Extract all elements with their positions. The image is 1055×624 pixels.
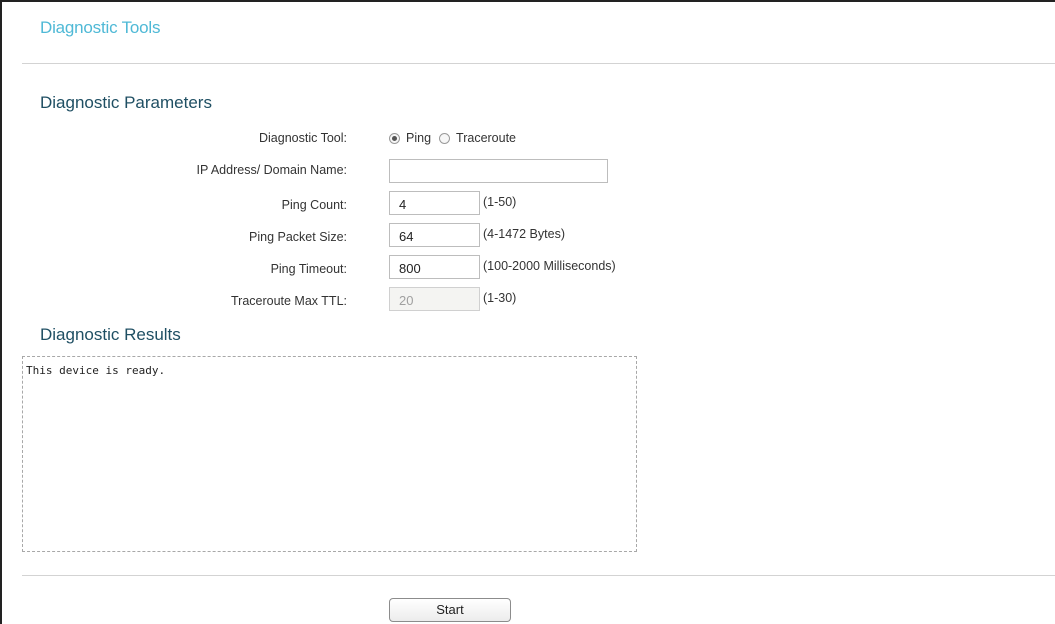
diagnostic-tool-row: Diagnostic Tool: Ping Traceroute [0, 131, 1055, 157]
traceroute-radio[interactable] [439, 132, 451, 144]
ping-count-input[interactable] [389, 191, 480, 215]
diagnostic-tool-label: Diagnostic Tool: [258, 131, 347, 145]
ping-timeout-hint: (100-2000 Milliseconds) [483, 259, 616, 273]
ip-address-row: IP Address/ Domain Name: [0, 159, 1055, 185]
ip-address-input[interactable] [389, 159, 608, 183]
footer-divider [22, 575, 1055, 576]
ping-packet-size-input[interactable] [389, 223, 480, 247]
traceroute-radio-label[interactable]: Traceroute [456, 131, 516, 145]
header-divider [22, 63, 1055, 64]
diagnostic-parameters-heading: Diagnostic Parameters [40, 93, 212, 112]
ping-packet-size-row: Ping Packet Size: (4-1472 Bytes) [0, 223, 1055, 249]
ping-timeout-row: Ping Timeout: (100-2000 Milliseconds) [0, 255, 1055, 281]
ping-timeout-label: Ping Timeout: [270, 262, 347, 276]
ping-packet-size-label: Ping Packet Size: [249, 230, 347, 244]
ip-address-label: IP Address/ Domain Name: [196, 163, 347, 177]
diagnostic-tool-radio-group: Ping Traceroute [389, 131, 520, 145]
ping-timeout-input[interactable] [389, 255, 480, 279]
traceroute-max-ttl-label: Traceroute Max TTL: [230, 294, 347, 308]
ping-count-row: Ping Count: (1-50) [0, 191, 1055, 217]
ping-count-hint: (1-50) [483, 195, 517, 209]
traceroute-max-ttl-input [389, 287, 480, 311]
ping-radio[interactable] [389, 132, 400, 144]
diagnostic-results-output: This device is ready. [22, 356, 637, 552]
ping-count-label: Ping Count: [281, 198, 347, 212]
traceroute-max-ttl-hint: (1-30) [483, 291, 517, 305]
page-title: Diagnostic Tools [40, 18, 161, 37]
traceroute-max-ttl-row: Traceroute Max TTL: (1-30) [0, 287, 1055, 313]
diagnostic-results-heading: Diagnostic Results [40, 325, 181, 344]
ping-radio-label[interactable]: Ping [406, 131, 431, 145]
ping-packet-size-hint: (4-1472 Bytes) [483, 227, 565, 241]
start-button[interactable]: Start [389, 598, 511, 622]
